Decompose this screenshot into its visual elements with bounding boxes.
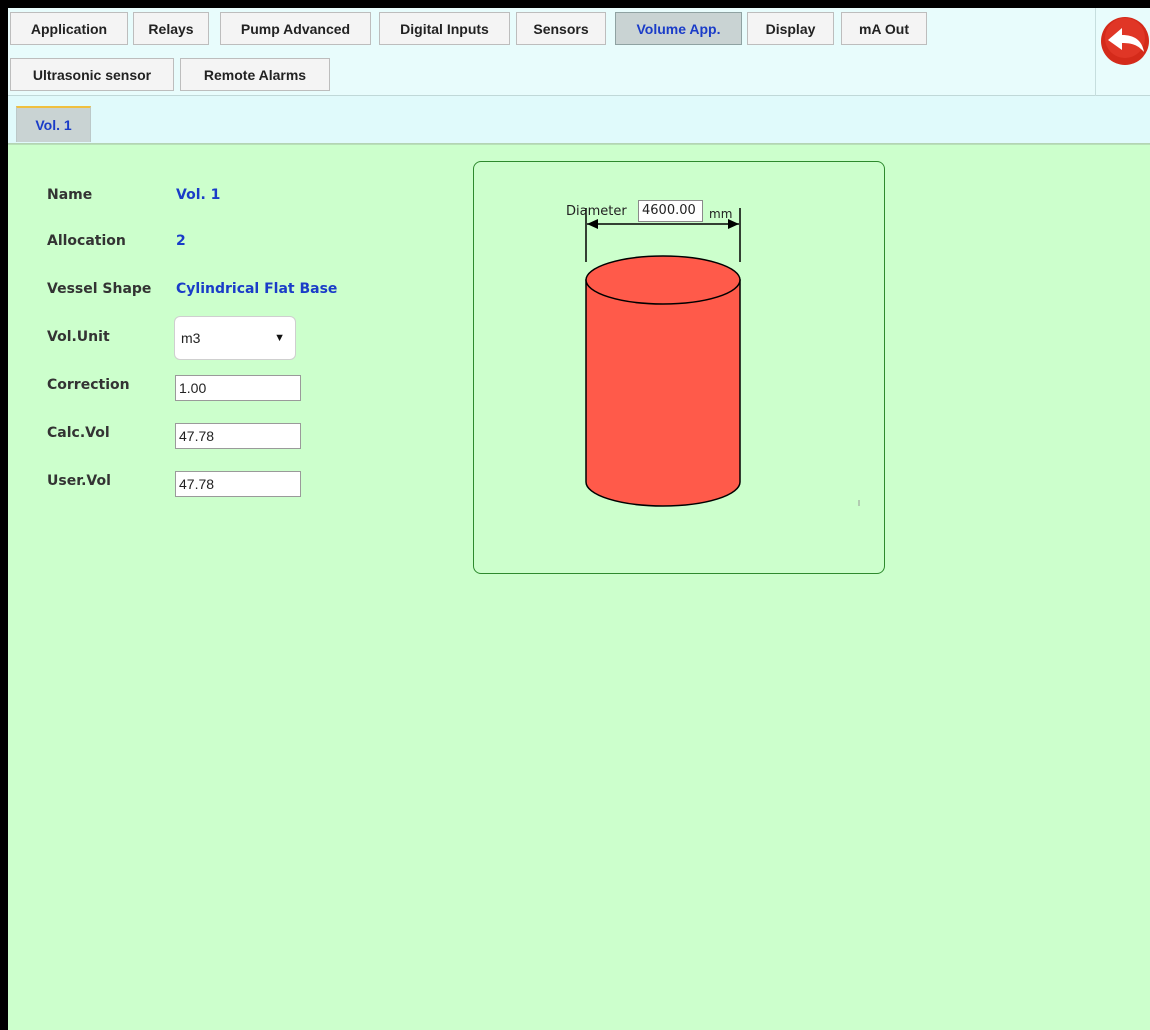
tab-remote-alarms[interactable]: Remote Alarms [180, 58, 330, 91]
calc-vol-label: Calc.Vol [47, 425, 110, 441]
vol-unit-label: Vol.Unit [47, 329, 110, 345]
vessel-drawing [585, 208, 860, 507]
tab-bar-divider [1095, 8, 1096, 96]
dimension-arrow-left [587, 219, 598, 229]
tab-pump-advanced[interactable]: Pump Advanced [220, 12, 371, 45]
diameter-unit: mm [709, 207, 733, 221]
vessel-shape-value: Cylindrical Flat Base [176, 281, 338, 297]
vol-unit-selected: m3 [181, 330, 201, 346]
user-vol-input[interactable]: 47.78 [175, 471, 301, 497]
diameter-label: Diameter [566, 204, 627, 219]
tab-volume-app[interactable]: Volume App. [615, 12, 742, 45]
volume-settings-panel: Name Vol. 1 Allocation 2 Vessel Shape Cy… [8, 144, 1150, 1030]
tab-ma-out[interactable]: mA Out [841, 12, 927, 45]
user-vol-label: User.Vol [47, 473, 111, 489]
tab-application[interactable]: Application [10, 12, 128, 45]
allocation-label: Allocation [47, 233, 126, 249]
back-button[interactable] [1100, 16, 1150, 66]
dropdown-arrow-icon: ▼ [274, 332, 285, 344]
main-tab-bar: Application Relays Pump Advanced Digital… [8, 8, 1150, 96]
tab-relays[interactable]: Relays [133, 12, 209, 45]
back-arrow-icon [1101, 17, 1149, 65]
correction-label: Correction [47, 377, 130, 393]
diameter-input[interactable]: 4600.00 [638, 200, 703, 222]
vessel-shape-label: Vessel Shape [47, 281, 152, 297]
cylinder-body [585, 279, 741, 507]
vol-unit-select[interactable]: m3 ▼ [174, 316, 296, 360]
calc-vol-input[interactable]: 47.78 [175, 423, 301, 449]
subtab-vol-1[interactable]: Vol. 1 [16, 106, 91, 142]
cylinder-top [585, 255, 741, 305]
window-frame-left [0, 0, 8, 1030]
window-frame-top [0, 0, 1150, 8]
tab-display[interactable]: Display [747, 12, 834, 45]
allocation-value: 2 [176, 233, 186, 249]
tab-sensors[interactable]: Sensors [516, 12, 606, 45]
tab-ultrasonic-sensor[interactable]: Ultrasonic sensor [10, 58, 174, 91]
name-value: Vol. 1 [176, 187, 221, 203]
name-label: Name [47, 187, 93, 203]
correction-input[interactable]: 1.00 [175, 375, 301, 401]
sub-tab-bar: Vol. 1 [8, 96, 1150, 144]
vessel-diagram: Diameter 4600.00 mm [473, 161, 885, 574]
tab-digital-inputs[interactable]: Digital Inputs [379, 12, 510, 45]
